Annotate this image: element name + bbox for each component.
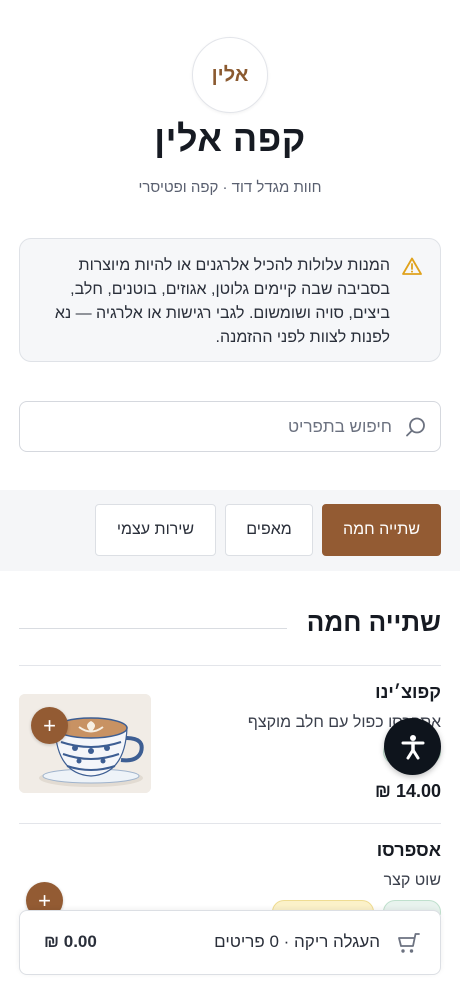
section-divider: [19, 628, 287, 629]
item-name: אספרסו: [376, 840, 441, 860]
shopping-cart-icon: [398, 933, 420, 953]
page-subtitle: חוות מגדל דוד · קפה ופטיסרי: [138, 179, 322, 196]
page-title: קפה אלין: [154, 118, 306, 159]
item-price: 14.00 ₪: [375, 781, 441, 801]
item-divider: [19, 823, 441, 824]
tab-self-service[interactable]: שירות עצמי: [95, 504, 216, 556]
cart-total: ₪ 0.00: [44, 932, 97, 951]
cart-bar[interactable]: העגלה ריקה · 0 פריטים ₪ 0.00: [19, 910, 441, 975]
section-title: שתייה חמה: [306, 607, 441, 637]
search-input[interactable]: [42, 402, 392, 451]
warning-triangle-icon: [402, 257, 422, 275]
item-divider: [19, 665, 441, 666]
brand-logo-text: אלין: [211, 63, 249, 86]
add-to-cart-button[interactable]: +: [31, 707, 68, 744]
allergy-notice-text: המנות עלולות להכיל אלרגנים או להיות מיוצ…: [54, 257, 390, 346]
allergy-notice: המנות עלולות להכיל אלרגנים או להיות מיוצ…: [19, 238, 441, 362]
accessibility-icon: [401, 734, 424, 759]
cart-status: העגלה ריקה · 0 פריטים: [214, 932, 380, 951]
brand-logo: אלין: [192, 37, 268, 113]
tab-hot-drinks[interactable]: שתייה חמה: [322, 504, 441, 556]
search-box[interactable]: [19, 401, 441, 452]
item-name: קפוצ׳ינו: [375, 682, 441, 702]
search-icon: [406, 417, 425, 437]
tab-pastries[interactable]: מאפים: [225, 504, 313, 556]
item-description: שוט קצר: [383, 872, 441, 889]
accessibility-button[interactable]: [384, 718, 441, 775]
category-tabs: שתייה חמה מאפים שירות עצמי: [0, 490, 460, 571]
